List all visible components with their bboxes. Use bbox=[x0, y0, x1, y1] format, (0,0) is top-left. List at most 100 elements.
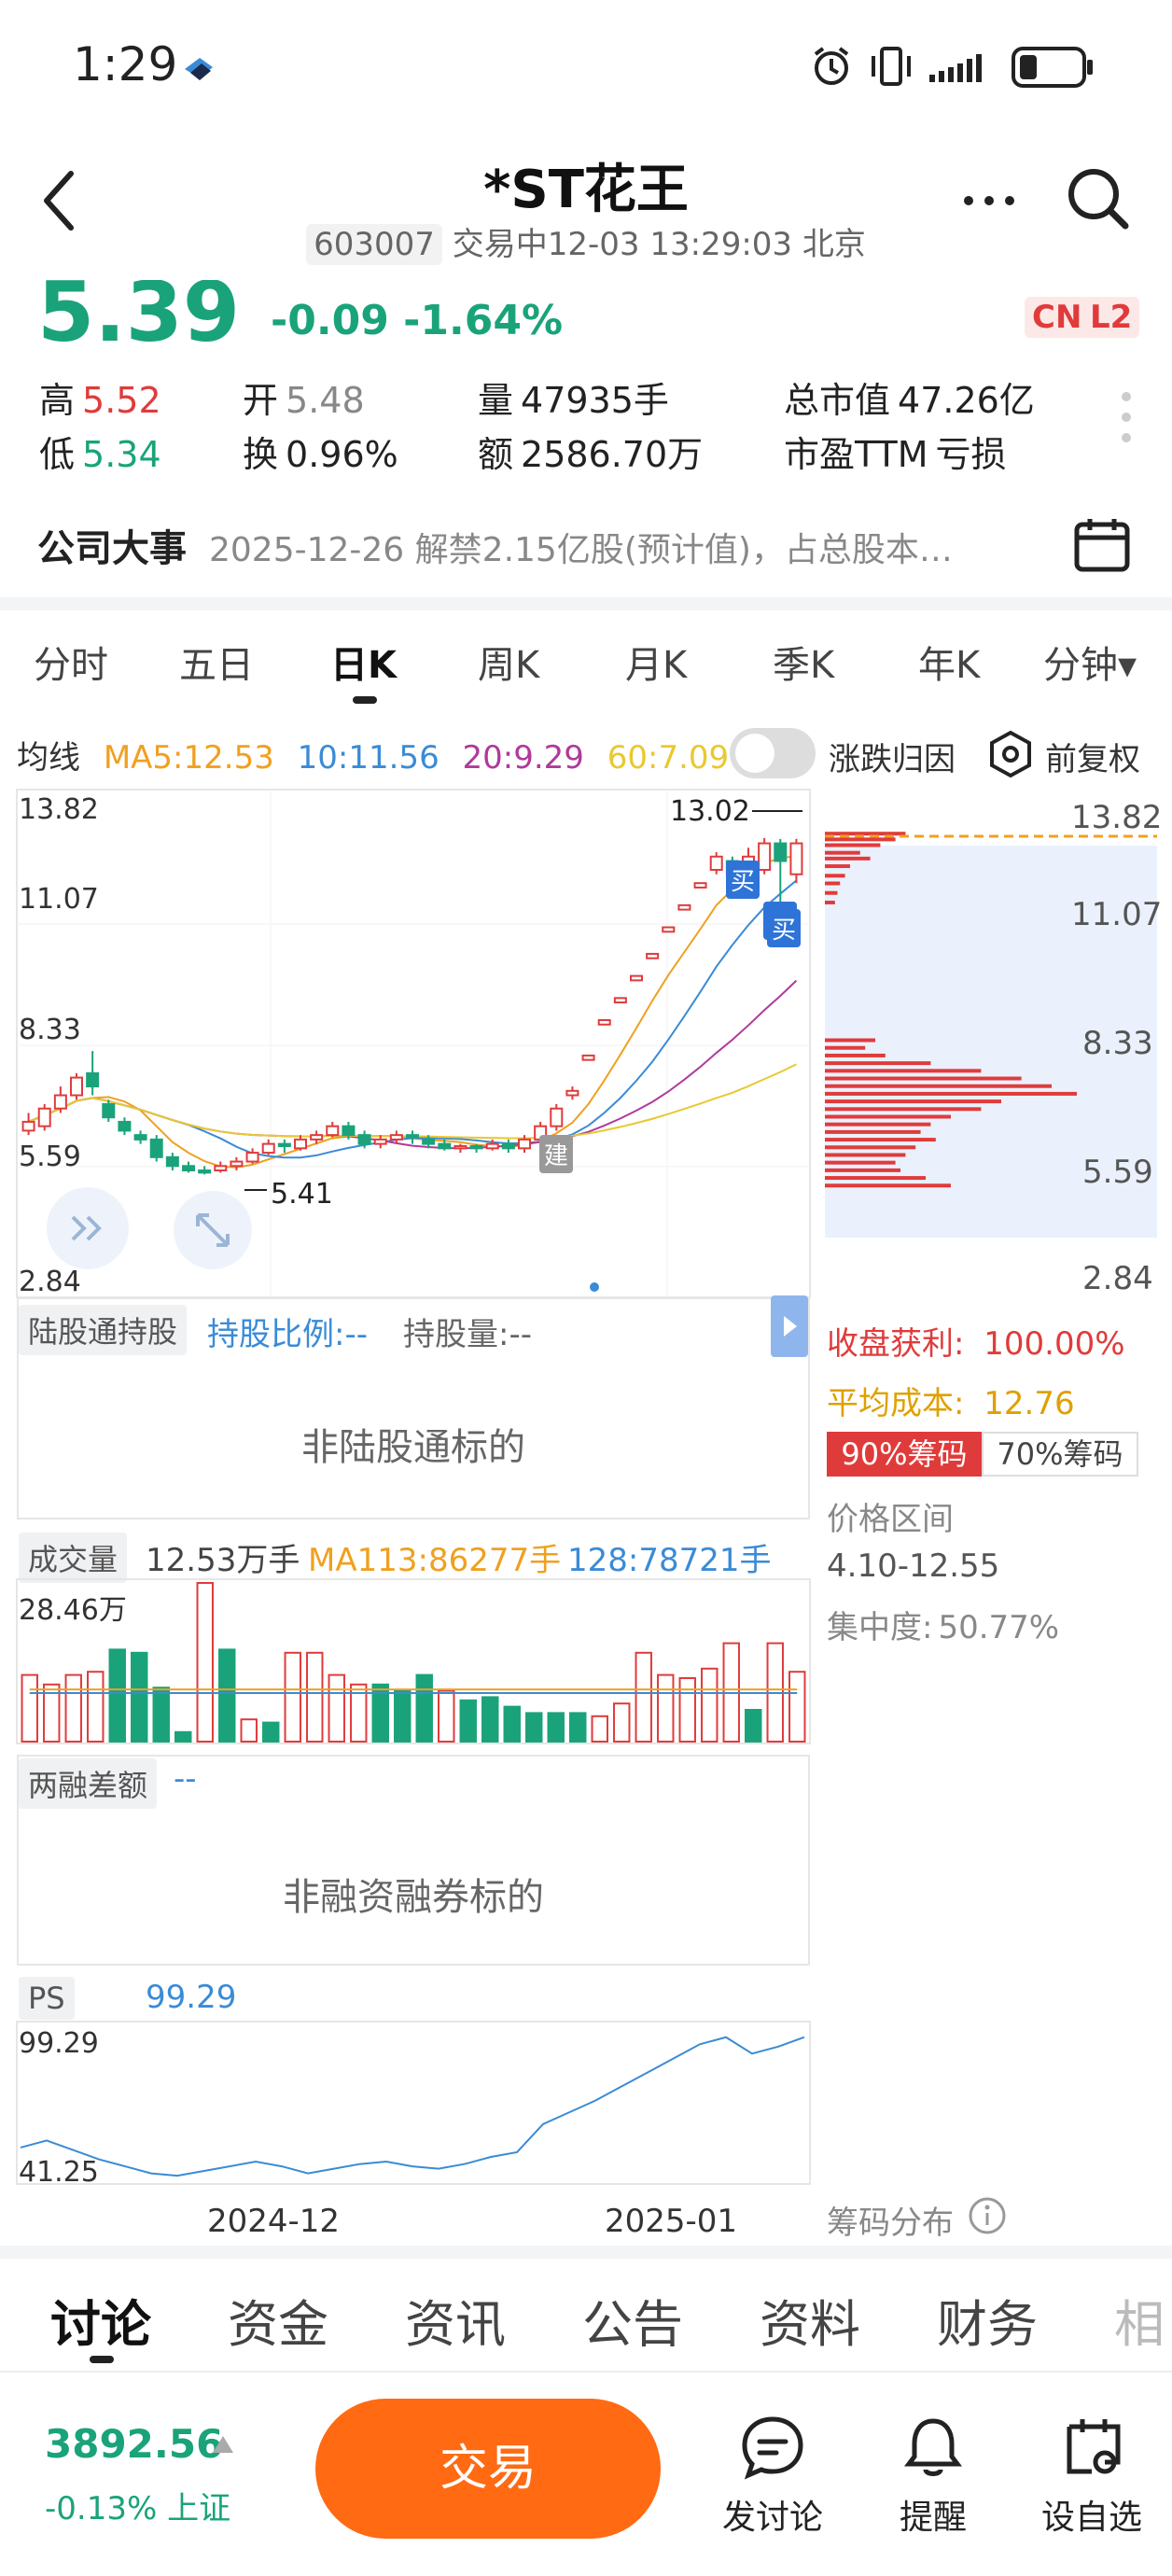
ps-label: PS bbox=[19, 1977, 75, 2020]
tab-yearly-k[interactable]: 年K bbox=[918, 635, 980, 689]
chip-bar bbox=[825, 1045, 866, 1050]
chip-concentration: 集中度: 50.77% bbox=[827, 1609, 1060, 1646]
discussion-icon[interactable] bbox=[739, 2414, 806, 2481]
ma-legend[interactable]: 均线 MA5:12.53 10:11.56 20:9.29 60:7.09 bbox=[17, 732, 742, 777]
info-icon[interactable] bbox=[967, 2195, 1008, 2236]
stat-turnover: 换 0.96% bbox=[243, 434, 398, 475]
calendar-icon[interactable] bbox=[1073, 515, 1131, 573]
bell-icon[interactable] bbox=[900, 2414, 967, 2481]
kline-ytick-max: 13.82 bbox=[19, 793, 99, 826]
ps-chart[interactable] bbox=[0, 2020, 812, 2186]
index-value[interactable]: 3892.56 bbox=[45, 2421, 223, 2467]
buy-badge-1[interactable]: 买 bbox=[726, 861, 760, 899]
candle-body bbox=[277, 1142, 291, 1147]
candle-body bbox=[214, 1165, 228, 1172]
add-watchlist-icon[interactable] bbox=[1060, 2414, 1127, 2481]
hk-connect-empty: 非陆股通标的 bbox=[301, 1426, 525, 1469]
tab-related[interactable]: 相 bbox=[1114, 2283, 1172, 2357]
vibrate-icon bbox=[872, 47, 911, 86]
tab-financials[interactable]: 财务 bbox=[937, 2283, 1038, 2357]
chip-bar bbox=[825, 1122, 931, 1127]
chip-footer: 筹码分布 bbox=[827, 2205, 954, 2242]
candle-body bbox=[133, 1134, 147, 1141]
volume-bar bbox=[657, 1673, 675, 1743]
volume-bar bbox=[745, 1709, 762, 1743]
chip-bar bbox=[825, 837, 896, 842]
volume-bar bbox=[218, 1648, 236, 1743]
adjust-label[interactable]: 前复权 bbox=[1045, 734, 1140, 779]
tab-intraday[interactable]: 分时 bbox=[34, 635, 108, 689]
volume-bar bbox=[613, 1702, 631, 1743]
tab-monthly-k[interactable]: 月K bbox=[625, 635, 687, 689]
index-change[interactable]: -0.13% 上证 bbox=[45, 2483, 230, 2528]
chip-bar bbox=[825, 1145, 916, 1150]
discussion-label[interactable]: 发讨论 bbox=[722, 2490, 823, 2539]
chip-bar bbox=[825, 864, 850, 869]
volume-bar bbox=[481, 1696, 499, 1743]
chip-bar bbox=[825, 1114, 951, 1119]
candle-body bbox=[581, 1054, 595, 1061]
candle-body bbox=[438, 1142, 452, 1150]
ma-line bbox=[28, 1063, 797, 1140]
chip-range-label: 价格区间 bbox=[827, 1501, 954, 1538]
build-badge[interactable]: 建 bbox=[539, 1135, 574, 1173]
stock-code: 603007 bbox=[306, 224, 442, 265]
hk-connect-expand-button[interactable] bbox=[771, 1295, 808, 1357]
candle-body bbox=[518, 1138, 531, 1150]
candle-body bbox=[21, 1120, 35, 1132]
chip-bar bbox=[825, 850, 860, 855]
chip-bar bbox=[825, 1107, 982, 1112]
search-icon[interactable] bbox=[1064, 164, 1133, 233]
trading-status: 交易中12-03 13:29:03 北京 bbox=[452, 226, 866, 263]
chip-profit: 收盘获利: 100.00% bbox=[827, 1325, 1125, 1363]
tab-discussion[interactable]: 讨论 bbox=[50, 2283, 151, 2357]
volume-bar bbox=[328, 1673, 345, 1743]
chip-bar bbox=[825, 1084, 1052, 1088]
candle-body bbox=[230, 1160, 244, 1168]
tab-minute[interactable]: 分钟▾ bbox=[1043, 635, 1137, 689]
add-watchlist-label[interactable]: 设自选 bbox=[1041, 2490, 1142, 2539]
section-divider bbox=[0, 597, 1172, 610]
tab-quarterly-k[interactable]: 季K bbox=[773, 635, 834, 689]
tab-profile[interactable]: 资料 bbox=[760, 2283, 860, 2357]
chip-90-tab[interactable]: 90%筹码 bbox=[827, 1432, 982, 1477]
chip-70-tab[interactable]: 70%筹码 bbox=[982, 1432, 1138, 1477]
hexagon-settings-icon[interactable] bbox=[987, 730, 1034, 778]
chip-bar bbox=[825, 1129, 921, 1134]
reminder-label[interactable]: 提醒 bbox=[900, 2490, 967, 2539]
fullscreen-button[interactable] bbox=[174, 1191, 252, 1269]
ma-line bbox=[28, 854, 797, 1169]
expand-left-button[interactable] bbox=[47, 1187, 129, 1269]
stock-subtitle: 603007 交易中12-03 13:29:03 北京 bbox=[0, 218, 1172, 265]
tag-l2[interactable]: L2 bbox=[1082, 297, 1140, 338]
expand-stats-icon[interactable] bbox=[1122, 392, 1135, 454]
volume-bar bbox=[591, 1715, 608, 1743]
candle-body bbox=[646, 952, 660, 959]
battery-icon bbox=[1012, 47, 1093, 88]
ma5-value: MA5:12.53 bbox=[103, 739, 274, 777]
candle-body bbox=[373, 1138, 387, 1145]
alarm-icon bbox=[814, 47, 849, 85]
expand-arrows-icon bbox=[196, 1213, 230, 1247]
candle-body bbox=[662, 926, 676, 933]
tab-weekly-k[interactable]: 周K bbox=[478, 635, 539, 689]
chip-ytick-min: 2.84 bbox=[1082, 1260, 1153, 1297]
buy-badge-2[interactable]: 买 bbox=[767, 909, 802, 947]
stat-open: 开 5.48 bbox=[243, 380, 365, 421]
volume-ma2: 128:78721手 bbox=[567, 1542, 772, 1579]
company-event-text[interactable]: 2025-12-26 解禁2.15亿股(预计值)，占总股本… bbox=[209, 523, 1030, 571]
tab-five-day[interactable]: 五日 bbox=[179, 635, 254, 689]
tag-cn[interactable]: CN bbox=[1025, 297, 1090, 338]
tab-funds[interactable]: 资金 bbox=[228, 2283, 328, 2357]
volume-bar bbox=[503, 1705, 521, 1743]
candle-body bbox=[118, 1120, 132, 1132]
stat-amount: 额 2586.70万 bbox=[478, 434, 704, 475]
stat-high: 高 5.52 bbox=[39, 380, 161, 421]
chip-bar bbox=[825, 1061, 931, 1066]
hk-connect-amount: 持股量:-- bbox=[403, 1316, 532, 1353]
trade-button[interactable]: 交易 bbox=[315, 2399, 661, 2539]
tab-announcements[interactable]: 公告 bbox=[582, 2283, 683, 2357]
tab-daily-k[interactable]: 日K bbox=[330, 635, 397, 689]
more-icon[interactable] bbox=[961, 177, 1017, 224]
tab-news[interactable]: 资讯 bbox=[405, 2283, 506, 2357]
